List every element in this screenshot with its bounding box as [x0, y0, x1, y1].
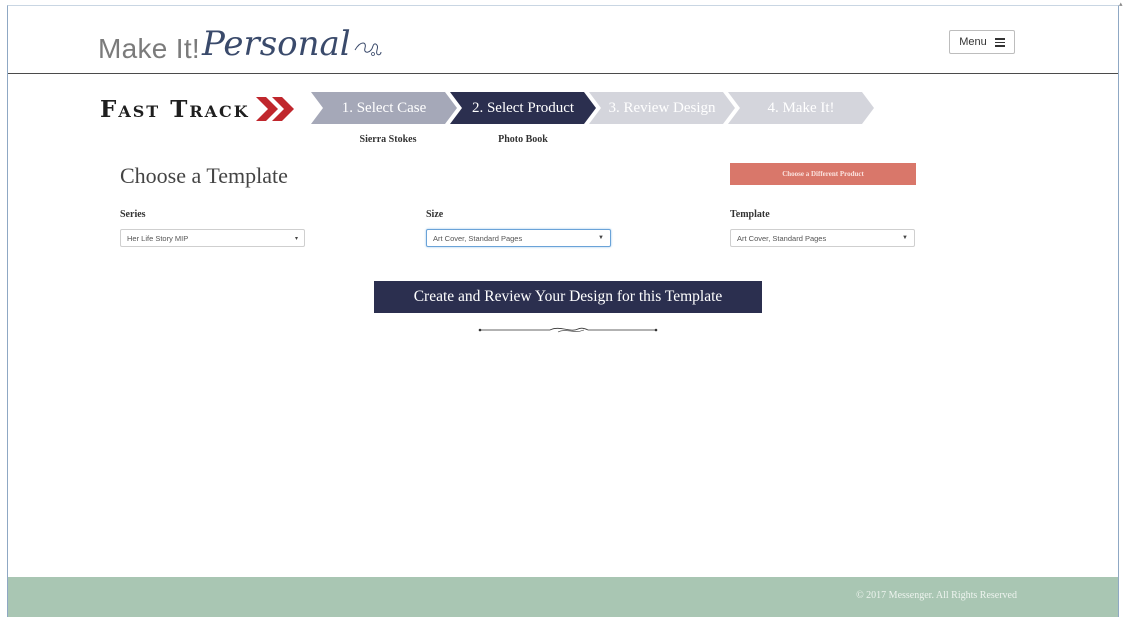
series-select[interactable]: Her Life Story MIP ▾	[120, 229, 305, 247]
fast-track-heading: Fast Track	[100, 92, 296, 126]
dropdown-arrow-icon: ▼	[598, 235, 604, 241]
decorative-divider	[478, 327, 658, 333]
size-label: Size	[426, 209, 444, 220]
scrollbar-up-arrow-icon[interactable]: ▴	[1119, 0, 1126, 10]
site-footer: © 2017 Messenger. All Rights Reserved	[8, 577, 1118, 617]
menu-label: Menu	[959, 36, 987, 48]
series-label: Series	[120, 209, 146, 220]
size-value: Art Cover, Standard Pages	[433, 233, 523, 243]
dropdown-arrow-icon: ▾	[294, 236, 298, 242]
choose-different-product-button[interactable]: Choose a Different Product	[730, 163, 916, 185]
selected-product-name: Photo Book	[498, 134, 548, 145]
logo-make-text: Make It!	[98, 33, 200, 64]
hamburger-icon	[994, 38, 1005, 47]
page-title: Choose a Template	[120, 163, 288, 188]
step-select-case[interactable]: 1. Select Case	[311, 92, 457, 124]
selected-case-name: Sierra Stokes	[359, 134, 417, 145]
site-header: Make It! Personal Menu	[8, 6, 1118, 74]
double-chevron-icon	[255, 97, 294, 121]
step-label: 1. Select Case	[341, 99, 427, 116]
template-value: Art Cover, Standard Pages	[737, 233, 827, 243]
fast-track-title: Fast Track	[100, 95, 250, 123]
step-make-it[interactable]: 4. Make It!	[728, 92, 874, 124]
create-design-button[interactable]: Create and Review Your Design for this T…	[374, 281, 762, 313]
template-label: Template	[730, 209, 770, 220]
step-label: 2. Select Product	[471, 99, 575, 116]
dropdown-arrow-icon: ▼	[902, 235, 908, 241]
step-review-design[interactable]: 3. Review Design	[589, 92, 735, 124]
browser-frame: Make It! Personal Menu Fast Track 1. Sel…	[7, 5, 1119, 617]
flourish-icon	[354, 42, 382, 56]
menu-button[interactable]: Menu	[949, 30, 1015, 54]
step-label: 4. Make It!	[767, 99, 835, 116]
copyright-text: © 2017 Messenger. All Rights Reserved	[856, 590, 1017, 601]
site-logo[interactable]: Make It! Personal	[98, 20, 383, 64]
size-select[interactable]: Art Cover, Standard Pages ▼	[426, 229, 611, 247]
series-value: Her Life Story MIP	[127, 233, 189, 243]
step-label: 3. Review Design	[608, 99, 716, 116]
template-select[interactable]: Art Cover, Standard Pages ▼	[730, 229, 915, 247]
logo-personal-text: Personal	[202, 24, 351, 64]
step-select-product[interactable]: 2. Select Product	[450, 92, 596, 124]
